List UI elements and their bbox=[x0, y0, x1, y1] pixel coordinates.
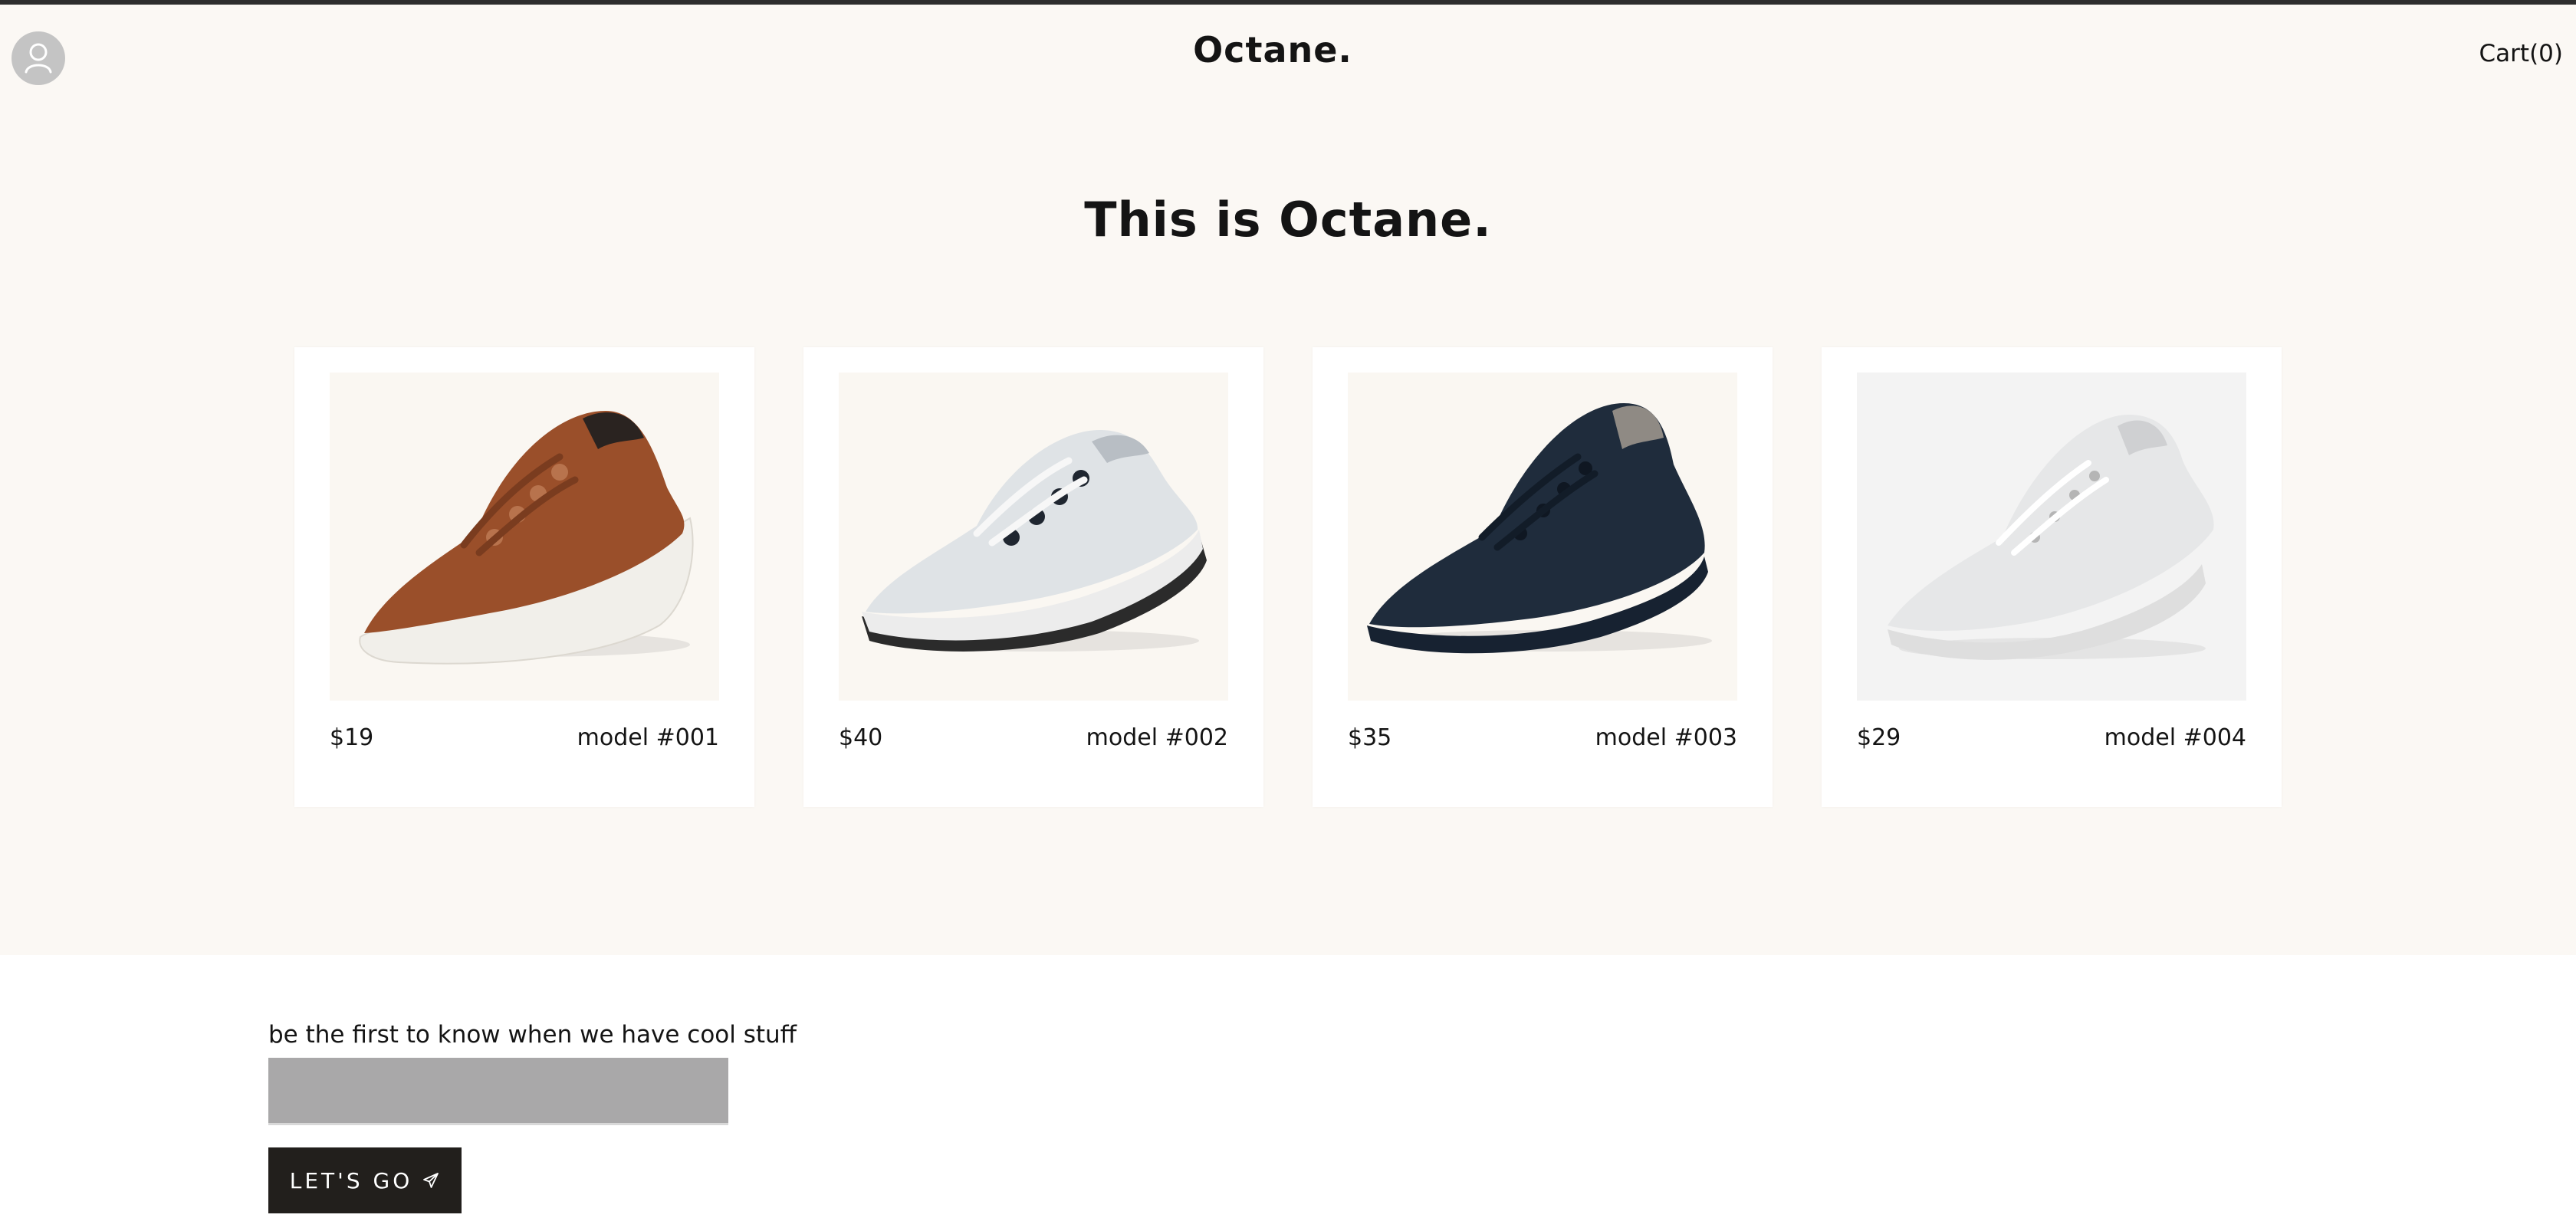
product-image-sneaker-rust-brown[interactable] bbox=[330, 373, 719, 701]
hero-title: This is Octane. bbox=[1084, 192, 1492, 248]
product-model[interactable]: model #001 bbox=[577, 724, 719, 751]
product-model[interactable]: model #002 bbox=[1086, 724, 1228, 751]
product-price: $19 bbox=[330, 724, 374, 751]
product-model[interactable]: model #004 bbox=[2104, 724, 2246, 751]
newsletter-label: be the first to know when we have cool s… bbox=[268, 1021, 797, 1049]
product-price: $29 bbox=[1857, 724, 1901, 751]
product-price: $40 bbox=[839, 724, 883, 751]
product-image-sneaker-white[interactable] bbox=[1857, 373, 2246, 701]
product-model[interactable]: model #003 bbox=[1595, 724, 1737, 751]
site-logo[interactable]: Octane. bbox=[0, 29, 2545, 71]
product-card[interactable]: $35 model #003 bbox=[1313, 347, 1773, 807]
send-icon bbox=[423, 1173, 439, 1188]
product-card[interactable]: $19 model #001 bbox=[294, 347, 754, 807]
product-card[interactable]: $29 model #004 bbox=[1822, 347, 2282, 807]
product-card[interactable]: $40 model #002 bbox=[803, 347, 1263, 807]
product-image-sneaker-navy[interactable] bbox=[1348, 373, 1737, 701]
newsletter-email-input[interactable] bbox=[268, 1058, 728, 1125]
cart-link[interactable]: Cart(0) bbox=[2479, 40, 2563, 67]
product-price: $35 bbox=[1348, 724, 1392, 751]
product-image-sneaker-light-grey[interactable] bbox=[839, 373, 1228, 701]
newsletter-submit-button[interactable]: LET'S GO bbox=[268, 1147, 462, 1213]
newsletter-button-label: LET'S GO bbox=[289, 1167, 413, 1193]
hero-section: Octane. Cart(0) This is Octane. $19 mode… bbox=[0, 5, 2576, 955]
